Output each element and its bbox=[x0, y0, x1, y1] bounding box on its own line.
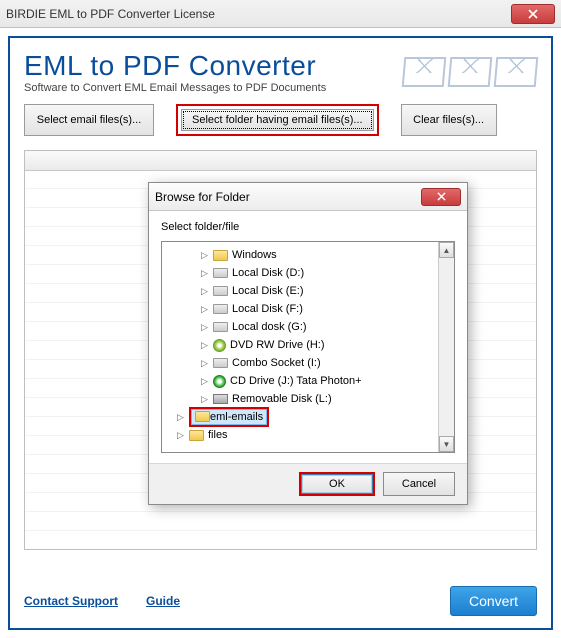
dialog-instruction: Select folder/file bbox=[161, 221, 455, 233]
tree-item-label: Local Disk (F:) bbox=[232, 303, 303, 315]
close-icon bbox=[528, 9, 538, 19]
expand-icon[interactable]: ▷ bbox=[200, 358, 209, 369]
envelope-icon-group bbox=[403, 57, 537, 87]
remov-icon bbox=[213, 394, 228, 404]
tree-item[interactable]: ▷ eml-emails bbox=[162, 408, 454, 426]
drive-icon bbox=[213, 286, 228, 296]
tree-item-label: eml-emails bbox=[210, 411, 263, 423]
dialog-title: Browse for Folder bbox=[155, 190, 250, 204]
toolbar: Select email files(s)... Select folder h… bbox=[24, 104, 537, 136]
ok-button[interactable]: OK bbox=[301, 474, 373, 494]
select-email-files-button[interactable]: Select email files(s)... bbox=[24, 104, 154, 136]
tree-item[interactable]: ▷ Removable Disk (L:) bbox=[162, 390, 454, 408]
dvd-icon bbox=[213, 339, 226, 352]
folder-icon bbox=[189, 430, 204, 441]
expand-icon[interactable]: ▷ bbox=[200, 322, 209, 333]
tree-scrollbar[interactable]: ▲ ▼ bbox=[438, 242, 454, 452]
scroll-down-button[interactable]: ▼ bbox=[439, 436, 454, 452]
expand-icon[interactable]: ▷ bbox=[176, 430, 185, 441]
folder-tree[interactable]: ▷ Windows ▷ Local Disk (D:) ▷ Local Disk (E:)… bbox=[161, 241, 455, 453]
clear-files-button[interactable]: Clear files(s)... bbox=[401, 104, 497, 136]
drive-icon bbox=[213, 322, 228, 332]
window-titlebar: BIRDIE EML to PDF Converter License bbox=[0, 0, 561, 28]
window-title: BIRDIE EML to PDF Converter License bbox=[6, 7, 215, 21]
tree-item-label: Combo Socket (I:) bbox=[232, 357, 321, 369]
app-title: EML to PDF Converter bbox=[24, 50, 326, 82]
file-list-header bbox=[25, 151, 536, 171]
tree-item-label: Windows bbox=[232, 249, 277, 261]
convert-button[interactable]: Convert bbox=[450, 586, 537, 616]
tree-item[interactable]: ▷ files bbox=[162, 426, 454, 444]
scroll-up-button[interactable]: ▲ bbox=[439, 242, 454, 258]
browse-folder-dialog: Browse for Folder Select folder/file ▷ Wi… bbox=[148, 182, 468, 505]
tree-item[interactable]: ▷ Combo Socket (I:) bbox=[162, 354, 454, 372]
dialog-titlebar: Browse for Folder bbox=[149, 183, 467, 211]
drive-icon bbox=[213, 304, 228, 314]
highlight-ok: OK bbox=[299, 472, 375, 496]
expand-icon[interactable]: ▷ bbox=[200, 376, 209, 387]
expand-icon[interactable]: ▷ bbox=[200, 250, 209, 261]
app-subtitle: Software to Convert EML Email Messages t… bbox=[24, 82, 326, 94]
tree-item[interactable]: ▷ CD Drive (J:) Tata Photon+ bbox=[162, 372, 454, 390]
tree-item[interactable]: ▷ DVD RW Drive (H:) bbox=[162, 336, 454, 354]
expand-icon[interactable]: ▷ bbox=[176, 412, 185, 423]
drive-icon bbox=[213, 358, 228, 368]
expand-icon[interactable]: ▷ bbox=[200, 286, 209, 297]
cancel-button[interactable]: Cancel bbox=[383, 472, 455, 496]
highlight-selected-folder: eml-emails bbox=[189, 407, 269, 428]
guide-link[interactable]: Guide bbox=[146, 594, 180, 608]
cd-icon bbox=[213, 375, 226, 388]
expand-icon[interactable]: ▷ bbox=[200, 268, 209, 279]
app-header: EML to PDF Converter Software to Convert… bbox=[24, 50, 537, 94]
tree-item-label: Local Disk (E:) bbox=[232, 285, 304, 297]
footer: Contact Support Guide Convert bbox=[24, 586, 537, 616]
contact-support-link[interactable]: Contact Support bbox=[24, 594, 118, 608]
drive-icon bbox=[213, 268, 228, 278]
expand-icon[interactable]: ▷ bbox=[200, 340, 209, 351]
tree-item[interactable]: ▷ Local Disk (D:) bbox=[162, 264, 454, 282]
tree-item[interactable]: ▷ Local Disk (F:) bbox=[162, 300, 454, 318]
expand-icon[interactable]: ▷ bbox=[200, 394, 209, 405]
tree-item-label: files bbox=[208, 429, 228, 441]
tree-item-label: DVD RW Drive (H:) bbox=[230, 339, 325, 351]
folder-icon bbox=[195, 411, 210, 422]
window-close-button[interactable] bbox=[511, 4, 555, 24]
envelope-icon bbox=[402, 57, 447, 87]
tree-item-label: Local Disk (D:) bbox=[232, 267, 304, 279]
dialog-close-button[interactable] bbox=[421, 188, 461, 206]
tree-item[interactable]: ▷ Windows bbox=[162, 246, 454, 264]
tree-item[interactable]: ▷ Local Disk (E:) bbox=[162, 282, 454, 300]
tree-item-label: Local dosk (G:) bbox=[232, 321, 307, 333]
tree-item-label: Removable Disk (L:) bbox=[232, 393, 332, 405]
tree-item[interactable]: ▷ Local dosk (G:) bbox=[162, 318, 454, 336]
dialog-button-row: OK Cancel bbox=[149, 463, 467, 504]
close-icon bbox=[437, 192, 446, 201]
envelope-icon bbox=[494, 57, 539, 87]
envelope-icon bbox=[448, 57, 493, 87]
tree-item-label: CD Drive (J:) Tata Photon+ bbox=[230, 375, 362, 387]
expand-icon[interactable]: ▷ bbox=[200, 304, 209, 315]
select-folder-button[interactable]: Select folder having email files(s)... bbox=[181, 109, 374, 131]
highlight-select-folder: Select folder having email files(s)... bbox=[176, 104, 379, 136]
folder-icon bbox=[213, 250, 228, 261]
